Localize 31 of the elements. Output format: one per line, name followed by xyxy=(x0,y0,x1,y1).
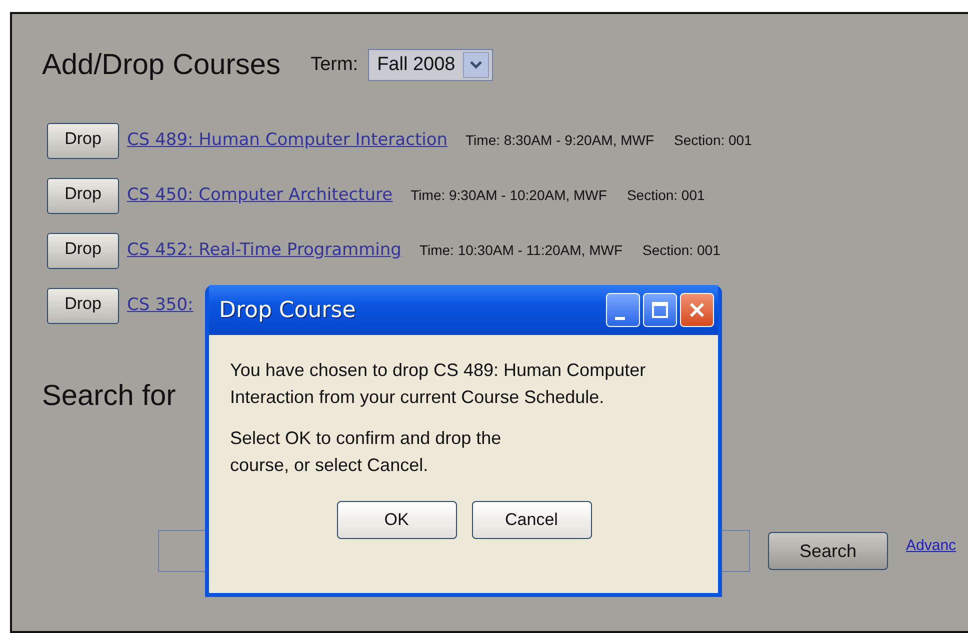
course-section: Section: 001 xyxy=(642,240,720,262)
dialog-title: Drop Course xyxy=(219,296,357,324)
course-time: Time: 10:30AM - 11:20AM, MWF xyxy=(419,241,623,260)
drop-button[interactable]: Drop xyxy=(47,122,119,159)
drop-button[interactable]: Drop xyxy=(47,232,119,269)
maximize-icon xyxy=(651,301,669,319)
close-icon xyxy=(688,301,706,319)
advanced-search-link[interactable]: Advanc xyxy=(906,535,956,558)
course-link[interactable]: CS 489: Human Computer Interaction xyxy=(127,128,448,154)
ok-button[interactable]: OK xyxy=(336,501,456,539)
drop-button[interactable]: Drop xyxy=(47,288,119,324)
course-link[interactable]: CS 450: Computer Architecture xyxy=(127,183,393,209)
course-time: Time: 9:30AM - 10:20AM, MWF xyxy=(410,186,607,206)
course-section: Section: 001 xyxy=(626,185,705,206)
term-select[interactable]: Fall 2008 xyxy=(368,49,494,82)
section-heading: Search for xyxy=(42,378,176,414)
drop-button[interactable]: Drop xyxy=(47,178,119,214)
dialog-message: Select OK to confirm and drop the course, or select Cancel. xyxy=(230,427,502,477)
search-button[interactable]: Search xyxy=(768,532,888,570)
term-label: Term: xyxy=(310,53,358,78)
maximize-button[interactable] xyxy=(643,293,677,327)
minimize-button[interactable] xyxy=(606,293,640,327)
cancel-button[interactable]: Cancel xyxy=(472,501,592,539)
course-section: Section: 001 xyxy=(674,130,752,152)
close-button[interactable] xyxy=(680,293,714,327)
course-link[interactable]: CS 452: Real-Time Programming xyxy=(127,238,402,264)
course-link[interactable]: CS 350: xyxy=(127,293,194,319)
page-title: Add/Drop Courses xyxy=(42,48,281,83)
course-time: Time: 8:30AM - 9:20AM, MWF xyxy=(466,131,654,150)
dialog-message: You have chosen to drop CS 489: Human Computer Interaction from your current Course Schedule. xyxy=(230,359,647,409)
minimize-icon xyxy=(615,316,625,320)
